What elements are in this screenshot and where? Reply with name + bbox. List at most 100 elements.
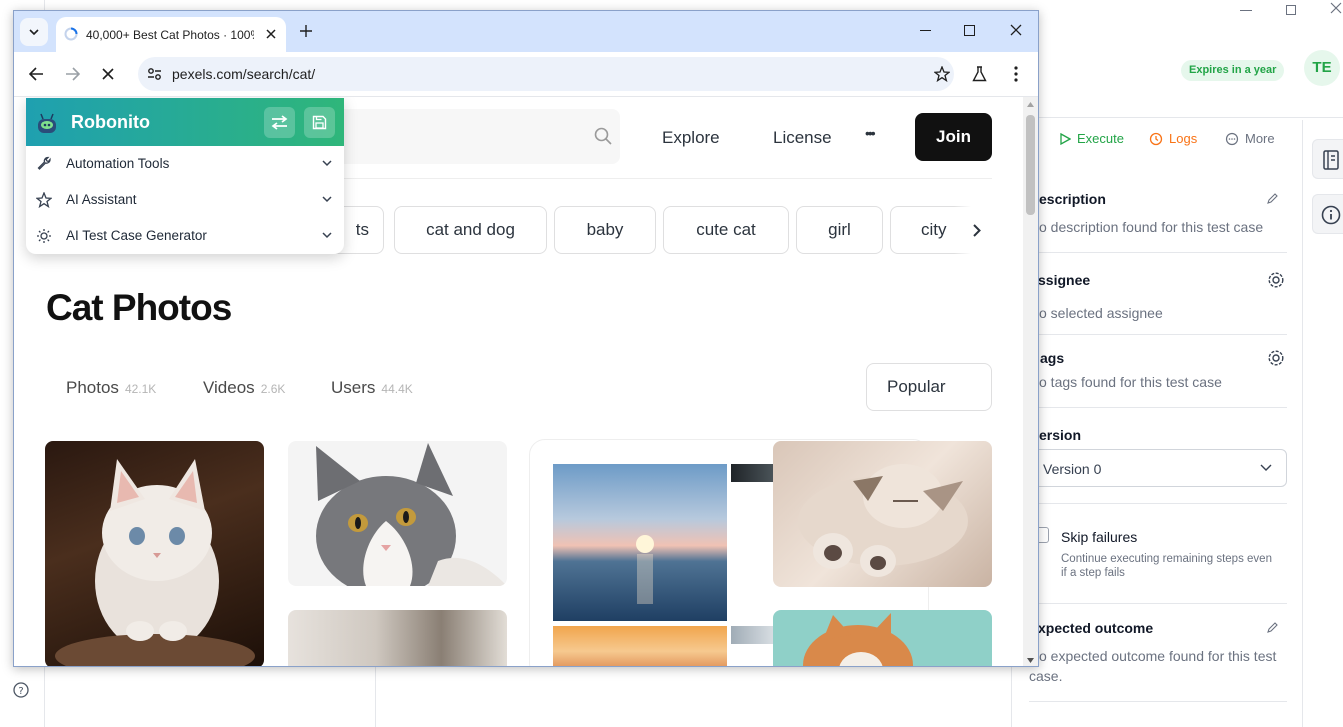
back-icon[interactable] [29, 67, 44, 81]
tab-videos[interactable]: Videos 2.6K [203, 378, 285, 398]
chip-related[interactable]: cute cat [663, 206, 789, 254]
labs-flask-icon[interactable] [972, 66, 987, 82]
menu-label: AI Test Case Generator [66, 228, 207, 243]
photo-thumb[interactable] [731, 626, 773, 644]
photo-thumb[interactable] [731, 464, 773, 482]
join-button[interactable]: Join [915, 113, 992, 161]
info-button[interactable] [1312, 194, 1343, 234]
photo-orange-cat[interactable] [773, 610, 992, 666]
expected-outcome-text: o expected outcome found for this test [1039, 648, 1277, 664]
assignee-text: o selected assignee [1039, 305, 1163, 321]
edit-description-icon[interactable] [1266, 192, 1279, 205]
photo-sleeping-kitten[interactable] [773, 441, 992, 587]
photo-kitten-white[interactable] [45, 441, 264, 666]
loading-icon [64, 27, 78, 41]
avatar[interactable]: TE [1304, 50, 1340, 86]
site-info-icon[interactable] [147, 67, 162, 81]
history-icon [1149, 132, 1163, 145]
menu-automation-tools[interactable]: Automation Tools [26, 146, 344, 182]
chip-related[interactable]: girl [796, 206, 883, 254]
robonito-header: Robonito [26, 98, 344, 146]
version-value: Version 0 [1043, 461, 1102, 477]
menu-label: Automation Tools [66, 156, 170, 171]
menu-ai-assistant[interactable]: AI Assistant [26, 182, 344, 218]
photo-sunset-orange[interactable] [553, 626, 727, 666]
sun-illustration [636, 535, 654, 604]
menu-label: AI Assistant [66, 192, 137, 207]
close-tab-icon[interactable] [266, 29, 276, 39]
tab-photos[interactable]: Photos 42.1K [66, 378, 156, 398]
expected-outcome-text: case. [1029, 668, 1063, 684]
description-label: escription [1039, 191, 1106, 207]
tags-label: ags [1040, 350, 1065, 366]
more-label: More [1245, 131, 1275, 146]
swap-button[interactable] [264, 107, 295, 138]
tab-photos-label: Photos [66, 378, 119, 397]
tags-text: o tags found for this test case [1039, 374, 1222, 390]
expires-badge: Expires in a year [1181, 60, 1285, 81]
tab-search-button[interactable] [20, 18, 48, 46]
assignee-settings-icon[interactable] [1267, 271, 1285, 289]
sort-dropdown[interactable]: Popular [866, 363, 992, 411]
license-link[interactable]: License [773, 128, 832, 148]
stop-icon[interactable] [102, 68, 114, 80]
column-divider [1302, 120, 1303, 727]
logs-button[interactable]: Logs [1149, 131, 1197, 146]
cat-grey-illustration [316, 443, 507, 586]
restore-icon[interactable] [1286, 5, 1296, 15]
close-window-icon[interactable] [1010, 24, 1022, 36]
close-icon[interactable] [1330, 2, 1342, 14]
tab-photos-count: 42.1K [124, 382, 157, 396]
execute-button[interactable]: Execute [1060, 131, 1124, 146]
page-viewport: : Explore License ••• Join ts cat and do… [14, 97, 1023, 666]
minimize-icon[interactable] [1240, 10, 1252, 11]
scroll-down-icon[interactable] [1027, 658, 1034, 663]
chips-scroll-button[interactable] [954, 206, 992, 254]
version-select[interactable]: Version 0 [1030, 449, 1287, 487]
page-scrollbar[interactable] [1023, 97, 1038, 666]
svg-text:?: ? [18, 686, 23, 697]
divider [1029, 252, 1287, 253]
photo-cat-grey[interactable] [288, 441, 507, 586]
explore-link[interactable]: Explore [662, 128, 720, 148]
swap-arrows-icon [271, 115, 288, 130]
page-title: Cat Photos [46, 287, 232, 328]
chevron-down-icon [322, 232, 332, 239]
tab-videos-count: 2.6K [260, 382, 286, 396]
photo-blurred-window[interactable] [288, 610, 507, 666]
menu-ai-test-case-generator[interactable]: AI Test Case Generator [26, 218, 344, 254]
bookmark-star-icon[interactable] [934, 66, 950, 82]
chevron-down-icon [322, 160, 332, 167]
search-icon[interactable] [594, 127, 612, 145]
wrench-icon [37, 156, 51, 170]
tab-strip: 40,000+ Best Cat Photos · 100% Free Down… [14, 11, 1038, 52]
chevron-down-icon [29, 29, 39, 36]
tags-settings-icon[interactable] [1267, 349, 1285, 367]
help-icon[interactable]: ? [13, 682, 29, 698]
tab-users-label: Users [331, 378, 376, 397]
photo-sunset-sea[interactable] [553, 464, 727, 621]
tab-videos-label: Videos [203, 378, 255, 397]
url-text: pexels.com/search/cat/ [172, 66, 316, 82]
more-nav-button[interactable]: ••• [865, 125, 876, 141]
scroll-thumb[interactable] [1026, 115, 1035, 215]
more-button[interactable]: More [1225, 131, 1275, 146]
scroll-up-icon[interactable] [1027, 102, 1034, 107]
description-text: o description found for this test case [1039, 219, 1264, 235]
menu-kebab-icon[interactable] [1014, 66, 1018, 82]
forward-icon[interactable] [65, 67, 80, 81]
tab-title: 40,000+ Best Cat Photos · 100% Free Down… [86, 28, 254, 42]
skip-failures-label: Skip failures [1061, 529, 1138, 545]
address-bar[interactable]: pexels.com/search/cat/ [138, 57, 954, 91]
edit-outcome-icon[interactable] [1266, 621, 1279, 634]
minimize-icon[interactable] [920, 30, 931, 31]
notebook-button[interactable] [1312, 139, 1343, 179]
new-tab-icon[interactable] [300, 25, 312, 37]
chip-related[interactable]: baby [554, 206, 656, 254]
tab-users[interactable]: Users 44.4K [331, 378, 413, 398]
maximize-icon[interactable] [964, 25, 975, 36]
chip-related[interactable]: cat and dog [394, 206, 547, 254]
save-button[interactable] [304, 107, 335, 138]
browser-tab[interactable]: 40,000+ Best Cat Photos · 100% Free Down… [56, 17, 286, 52]
play-icon [1060, 132, 1071, 145]
